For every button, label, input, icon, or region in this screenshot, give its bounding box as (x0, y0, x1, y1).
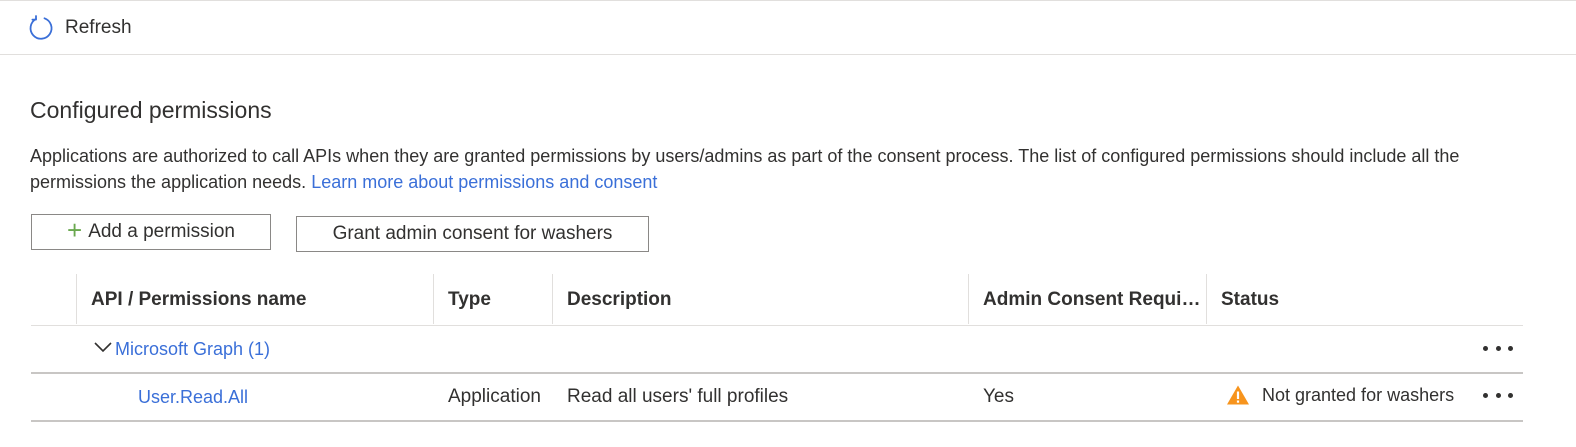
description-text: Applications are authorized to call APIs… (30, 146, 1460, 192)
more-options-icon[interactable] (1483, 385, 1513, 405)
chevron-down-icon[interactable] (93, 340, 113, 354)
permission-description: Read all users' full profiles (567, 386, 789, 407)
plus-icon: + (67, 214, 83, 245)
status-text: Not granted for washers (1262, 385, 1455, 405)
warning-icon (1227, 385, 1249, 405)
add-permission-label: Add a permission (88, 221, 235, 242)
section-title: Configured permissions (30, 97, 272, 123)
refresh-label: Refresh (65, 17, 132, 38)
grant-admin-consent-button[interactable]: Grant admin consent for washers (296, 216, 649, 252)
column-header-api-name[interactable]: API / Permissions name (91, 289, 421, 311)
column-separator (76, 274, 77, 324)
permission-type: Application (448, 386, 541, 407)
section-description: Applications are authorized to call APIs… (30, 143, 1530, 195)
command-bar: Refresh (0, 1, 1576, 55)
table-header: API / Permissions name Type Description … (31, 274, 1523, 326)
permissions-table: API / Permissions name Type Description … (31, 274, 1523, 422)
refresh-button[interactable]: Refresh (28, 13, 132, 43)
column-separator (1206, 274, 1207, 324)
table-row: User.Read.All Application Read all users… (31, 374, 1523, 422)
column-separator (433, 274, 434, 324)
column-header-admin-consent[interactable]: Admin Consent Requir... (983, 289, 1203, 311)
column-header-type[interactable]: Type (448, 289, 548, 311)
admin-consent-value: Yes (983, 386, 1014, 407)
column-header-description[interactable]: Description (567, 289, 957, 311)
group-name-link[interactable]: Microsoft Graph (1) (115, 339, 270, 360)
group-row: Microsoft Graph (1) (31, 326, 1523, 374)
grant-admin-consent-label: Grant admin consent for washers (332, 223, 613, 244)
column-separator (968, 274, 969, 324)
permission-name-link[interactable]: User.Read.All (138, 387, 248, 408)
column-header-status[interactable]: Status (1221, 289, 1421, 311)
more-options-icon[interactable] (1483, 338, 1513, 358)
add-permission-button[interactable]: + Add a permission (31, 214, 271, 250)
learn-more-link[interactable]: Learn more about permissions and consent (311, 172, 657, 192)
column-separator (552, 274, 553, 324)
refresh-icon (28, 15, 54, 41)
